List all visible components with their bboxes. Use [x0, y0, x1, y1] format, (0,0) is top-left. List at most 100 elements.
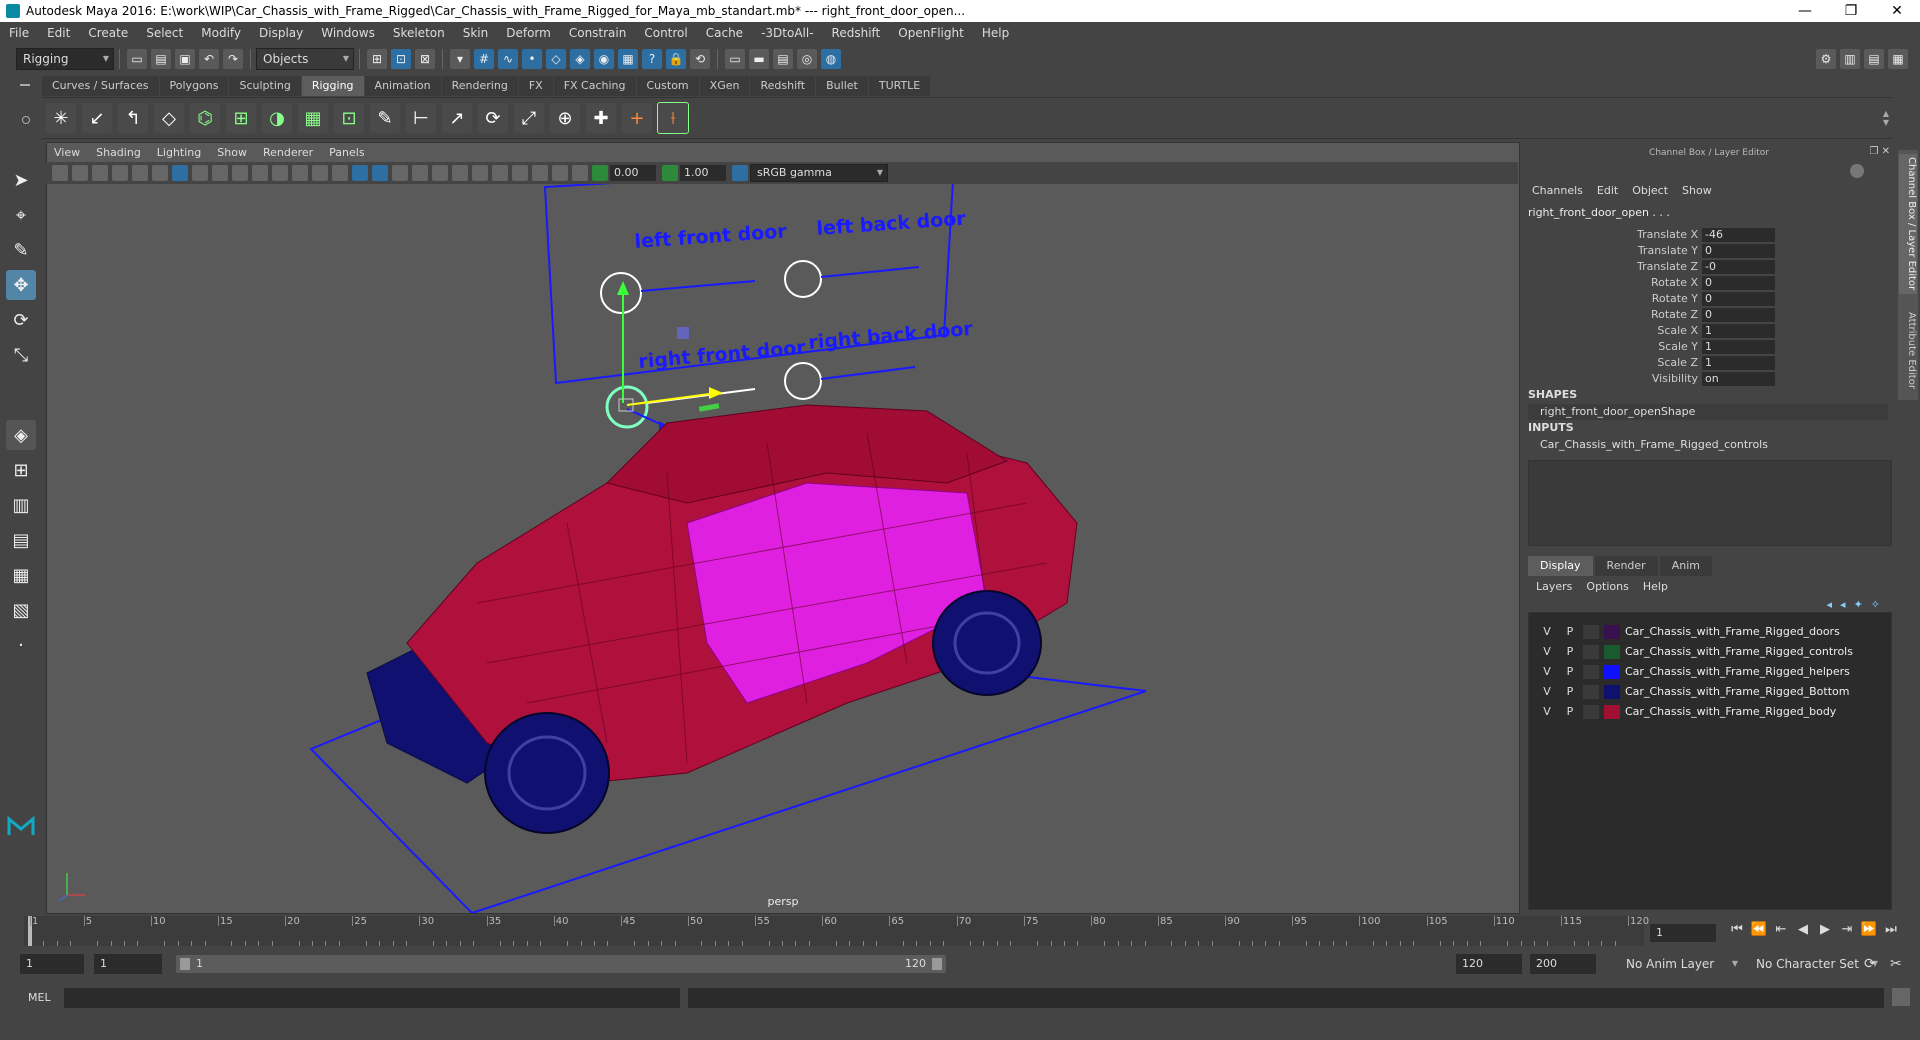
snap-curve-icon[interactable]: ∿: [498, 49, 518, 69]
layer-visibility-toggle[interactable]: V: [1539, 623, 1555, 641]
menu-skeleton[interactable]: Skeleton: [384, 22, 454, 44]
bookmark-icon[interactable]: [92, 165, 108, 181]
command-input[interactable]: [64, 988, 680, 1008]
playback-end-field[interactable]: 120: [1456, 954, 1522, 974]
scale-tool-icon[interactable]: ⤡: [6, 340, 36, 370]
exposure-icon[interactable]: [592, 165, 608, 181]
selection-mode-dropdown[interactable]: Objects: [256, 48, 354, 70]
persp-outliner-layout-icon[interactable]: ▦: [6, 560, 36, 590]
attr-translate-x[interactable]: Translate X -46: [1524, 228, 1894, 243]
snap-point-icon[interactable]: •: [522, 49, 542, 69]
xray-active-icon[interactable]: [552, 165, 568, 181]
shelf-scroll-up-icon[interactable]: ▲: [1883, 109, 1889, 118]
lattice-icon[interactable]: ▦: [298, 103, 328, 133]
attr-value[interactable]: 1: [1702, 340, 1775, 354]
render-settings-icon[interactable]: ▤: [773, 49, 793, 69]
layer-name[interactable]: Car_Chassis_with_Frame_Rigged_helpers: [1625, 663, 1850, 681]
locator-icon[interactable]: +: [622, 103, 652, 133]
time-slider[interactable]: 1 5 10 15 20 25 30 35 40 45 50 55 60 65 70 75 80 85 90 95 10…: [24, 916, 1649, 946]
layer-name[interactable]: Car_Chassis_with_Frame_Rigged_controls: [1625, 643, 1853, 661]
smooth-bind-icon[interactable]: ◑: [262, 103, 292, 133]
ik-handle-icon[interactable]: ↙: [82, 103, 112, 133]
close-button[interactable]: ✕: [1874, 0, 1920, 22]
menu-set-dropdown[interactable]: Rigging: [16, 48, 114, 70]
range-end-handle[interactable]: [932, 958, 942, 970]
shelf-scroll-down-icon[interactable]: ▼: [1883, 118, 1889, 127]
viewport-menu-shading[interactable]: Shading: [88, 143, 149, 163]
attr-value[interactable]: 0: [1702, 292, 1775, 306]
bind-skin-icon[interactable]: ⊞: [226, 103, 256, 133]
new-layer-icon[interactable]: ✦: [1854, 598, 1863, 611]
viewport-menu-show[interactable]: Show: [209, 143, 255, 163]
attr-translate-y[interactable]: Translate Y0: [1524, 244, 1894, 259]
play-forwards-icon[interactable]: ▶: [1814, 922, 1836, 937]
ipr-render-icon[interactable]: ▬: [749, 49, 769, 69]
shelf-menu-icon[interactable]: [20, 84, 30, 86]
menu-help[interactable]: Help: [973, 22, 1018, 44]
side-by-side-layout-icon[interactable]: ▥: [6, 490, 36, 520]
grease-pencil-icon[interactable]: [152, 165, 168, 181]
input-ops-icon[interactable]: ?: [642, 49, 662, 69]
animation-end-field[interactable]: 200: [1530, 954, 1596, 974]
select-object-icon[interactable]: ⊡: [391, 49, 411, 69]
anim-layer-dropdown[interactable]: No Anim Layer: [1620, 954, 1742, 974]
shape-node[interactable]: right_front_door_openShape: [1528, 404, 1888, 420]
playback-start-field[interactable]: 1: [94, 954, 162, 974]
move-layer-down-icon[interactable]: ◂: [1840, 598, 1846, 611]
layer-color-swatch[interactable]: [1604, 625, 1620, 639]
layer-name[interactable]: Car_Chassis_with_Frame_Rigged_Bottom: [1625, 683, 1849, 701]
attr-value[interactable]: -0: [1702, 260, 1775, 274]
menu-deform[interactable]: Deform: [497, 22, 560, 44]
paint-select-icon[interactable]: ✎: [6, 235, 36, 265]
tool-settings-icon[interactable]: ▤: [1864, 49, 1884, 69]
manipulator-x-axis[interactable]: [626, 392, 718, 406]
shelf-tab-sculpting[interactable]: Sculpting: [229, 76, 301, 96]
xray-joints-icon[interactable]: [532, 165, 548, 181]
layer-color-swatch[interactable]: [1604, 665, 1620, 679]
backface-culling-icon[interactable]: [572, 165, 588, 181]
attr-value[interactable]: 1: [1702, 356, 1775, 370]
help-menu[interactable]: Help: [1643, 580, 1668, 593]
viewport-menu-lighting[interactable]: Lighting: [149, 143, 209, 163]
custom-layout-icon[interactable]: ·: [6, 630, 36, 660]
wireframe-icon[interactable]: [312, 165, 328, 181]
toggle-panel-icon[interactable]: ▥: [1840, 49, 1860, 69]
go-to-end-icon[interactable]: ⏭: [1880, 922, 1902, 937]
attr-rotate-z[interactable]: Rotate Z0: [1524, 308, 1894, 323]
shelf-tab-curves[interactable]: Curves / Surfaces: [42, 76, 159, 96]
layers-menu[interactable]: Layers: [1536, 580, 1572, 593]
select-hierarchy-icon[interactable]: ⊞: [367, 49, 387, 69]
select-camera-icon[interactable]: [52, 165, 68, 181]
layer-row-bottom[interactable]: V P Car_Chassis_with_Frame_Rigged_Bottom: [1529, 683, 1889, 701]
shelf-tab-redshift[interactable]: Redshift: [750, 76, 816, 96]
camera-attributes-icon[interactable]: [72, 165, 88, 181]
attr-visibility[interactable]: Visibility on: [1524, 372, 1894, 387]
animation-preferences-icon[interactable]: ✂: [1890, 956, 1902, 972]
make-live-icon[interactable]: ◉: [594, 49, 614, 69]
layer-row-controls[interactable]: V P Car_Chassis_with_Frame_Rigged_contro…: [1529, 643, 1889, 661]
attr-scale-y[interactable]: Scale Y1: [1524, 340, 1894, 355]
channels-menu[interactable]: Channels: [1532, 184, 1583, 197]
show-menu[interactable]: Show: [1682, 184, 1712, 197]
shelf-tab-xgen[interactable]: XGen: [699, 76, 750, 96]
close-panel-icon[interactable]: ✕: [1882, 146, 1890, 157]
step-forward-key-icon[interactable]: ⏩: [1858, 922, 1880, 937]
field-chart-icon[interactable]: [252, 165, 268, 181]
step-forward-frame-icon[interactable]: ⇥: [1836, 922, 1858, 937]
smooth-shade-icon[interactable]: [332, 165, 348, 181]
input-node[interactable]: Car_Chassis_with_Frame_Rigged_controls: [1528, 437, 1888, 453]
snap-view-plane-icon[interactable]: ◇: [546, 49, 566, 69]
lasso-tool-icon[interactable]: ⌖: [6, 200, 36, 230]
attr-rotate-x[interactable]: Rotate X0: [1524, 276, 1894, 291]
layer-display-type[interactable]: [1583, 645, 1599, 659]
object-menu[interactable]: Object: [1632, 184, 1668, 197]
layer-color-swatch[interactable]: [1604, 685, 1620, 699]
construction-history-icon[interactable]: ⟲: [690, 49, 710, 69]
attr-translate-z[interactable]: Translate Z -0: [1524, 260, 1894, 275]
shelf-tab-animation[interactable]: Animation: [364, 76, 441, 96]
gate-mask-icon[interactable]: [232, 165, 248, 181]
undo-icon[interactable]: ↶: [199, 49, 219, 69]
image-plane-icon[interactable]: [112, 165, 128, 181]
layer-color-swatch[interactable]: [1604, 705, 1620, 719]
step-back-frame-icon[interactable]: ⇤: [1770, 922, 1792, 937]
